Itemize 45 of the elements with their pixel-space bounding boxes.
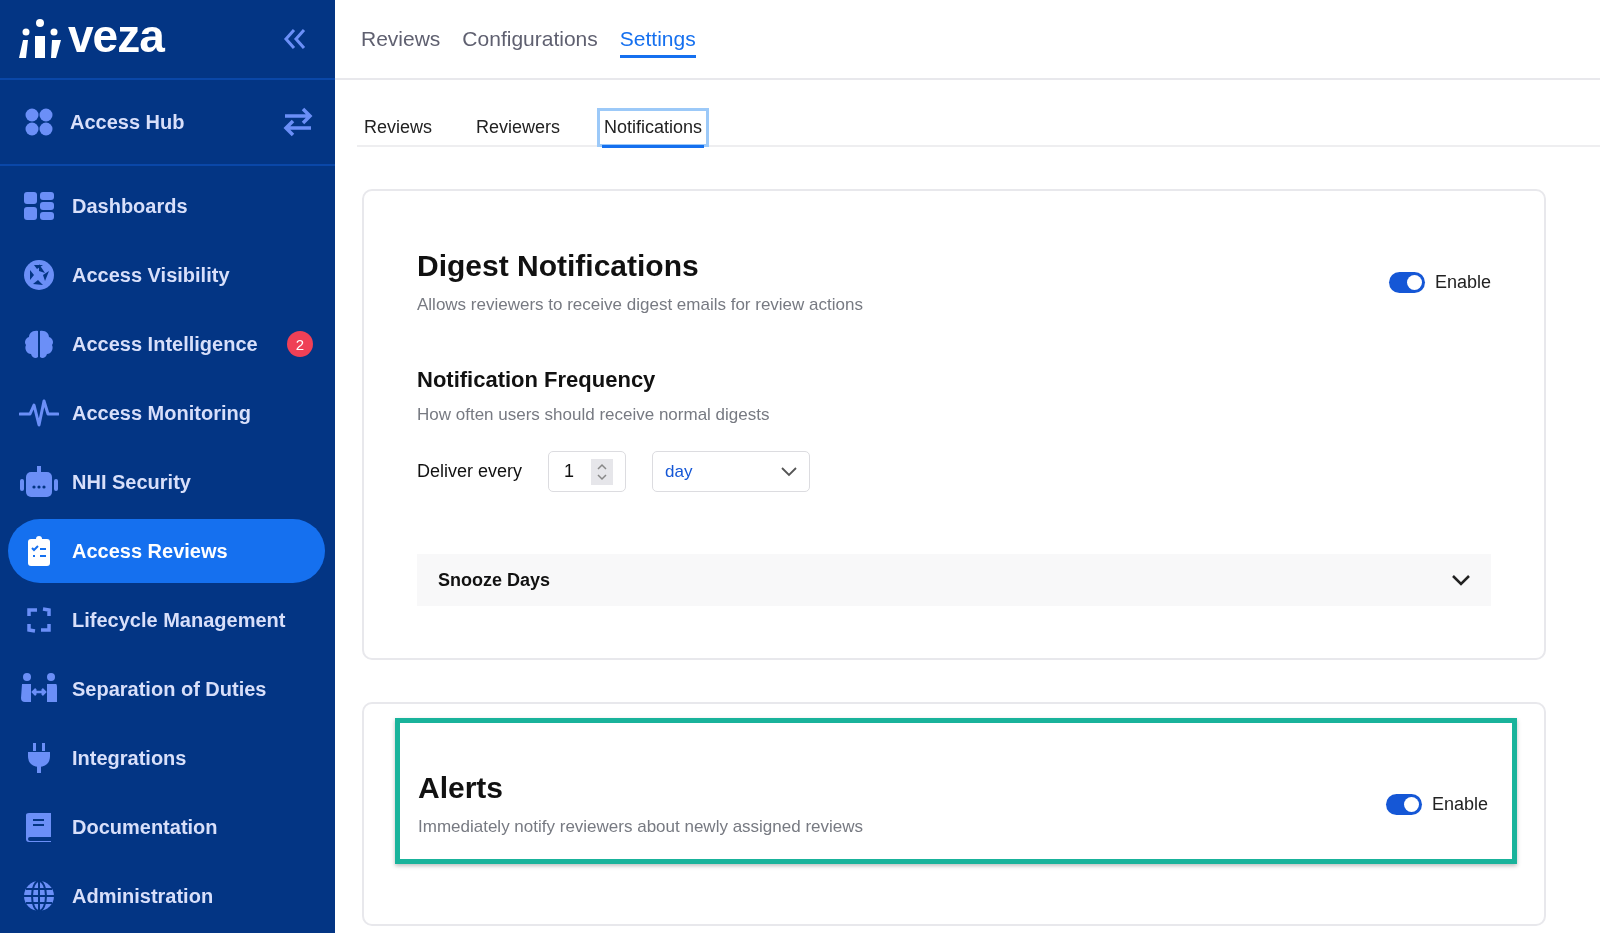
sidebar-item[interactable]: Access Reviews — [8, 519, 325, 583]
sub-tab[interactable]: Reviews — [357, 108, 440, 147]
unit-dropdown[interactable]: day — [652, 451, 811, 492]
globe-icon — [23, 880, 55, 912]
sidebar-item[interactable]: Dashboards — [8, 174, 325, 238]
sidebar-item[interactable]: NHI Security — [8, 450, 325, 514]
sidebar-item[interactable]: Access Intelligence 2 — [8, 312, 325, 376]
logo-mark-icon — [18, 18, 62, 60]
section-description: Allows reviewers to receive digest emails for review actions — [417, 295, 863, 315]
nav-tab[interactable]: Configurations — [462, 27, 598, 58]
chevron-down-icon — [781, 466, 798, 477]
sidebar-item[interactable]: Access Monitoring — [8, 381, 325, 445]
swap-arrows-icon[interactable] — [283, 106, 313, 138]
notification-badge: 2 — [287, 331, 313, 357]
access-hub-label: Access Hub — [70, 110, 185, 134]
sidebar-item[interactable]: Lifecycle Management — [8, 588, 325, 652]
brain-icon — [23, 328, 55, 360]
collapse-icon[interactable] — [283, 28, 307, 50]
sidebar-item[interactable]: Separation of Duties — [8, 657, 325, 721]
dashboard-icon — [23, 190, 55, 222]
logo-wordmark: veza — [68, 13, 164, 59]
nav-tab[interactable]: Settings — [619, 27, 696, 58]
toggle-label: Enable — [1431, 793, 1488, 815]
sub-tab[interactable]: Notifications — [597, 108, 710, 147]
section-description: Immediately notify reviewers about newly assigned reviews — [418, 817, 864, 837]
sidebar-item[interactable]: Access Visibility — [8, 243, 325, 307]
toggle-switch[interactable] — [1388, 271, 1425, 293]
subsection-description: How often users should receive normal digests — [417, 405, 771, 425]
number-input[interactable]: 1 — [548, 451, 627, 492]
section-title: Alerts — [418, 771, 505, 805]
sub-tab[interactable]: Reviewers — [469, 108, 568, 147]
nav-tab[interactable]: Reviews — [361, 27, 441, 58]
chevron-down-icon — [1451, 574, 1471, 586]
robot-icon — [19, 465, 59, 499]
subsection-title: Notification Frequency — [417, 367, 657, 393]
sidebar-item[interactable]: Documentation — [8, 795, 325, 859]
sidebar-item[interactable]: Administration — [8, 864, 325, 928]
pulse-icon — [19, 397, 59, 429]
sidebar-item[interactable]: Integrations — [8, 726, 325, 790]
toggle-switch[interactable] — [1385, 793, 1422, 815]
four-dots-icon — [24, 107, 54, 137]
deliver-label: Deliver every — [417, 461, 523, 482]
snooze-accordion[interactable]: Snooze Days — [417, 554, 1491, 606]
section-title: Digest Notifications — [417, 249, 700, 283]
toggle-label: Enable — [1434, 271, 1491, 293]
